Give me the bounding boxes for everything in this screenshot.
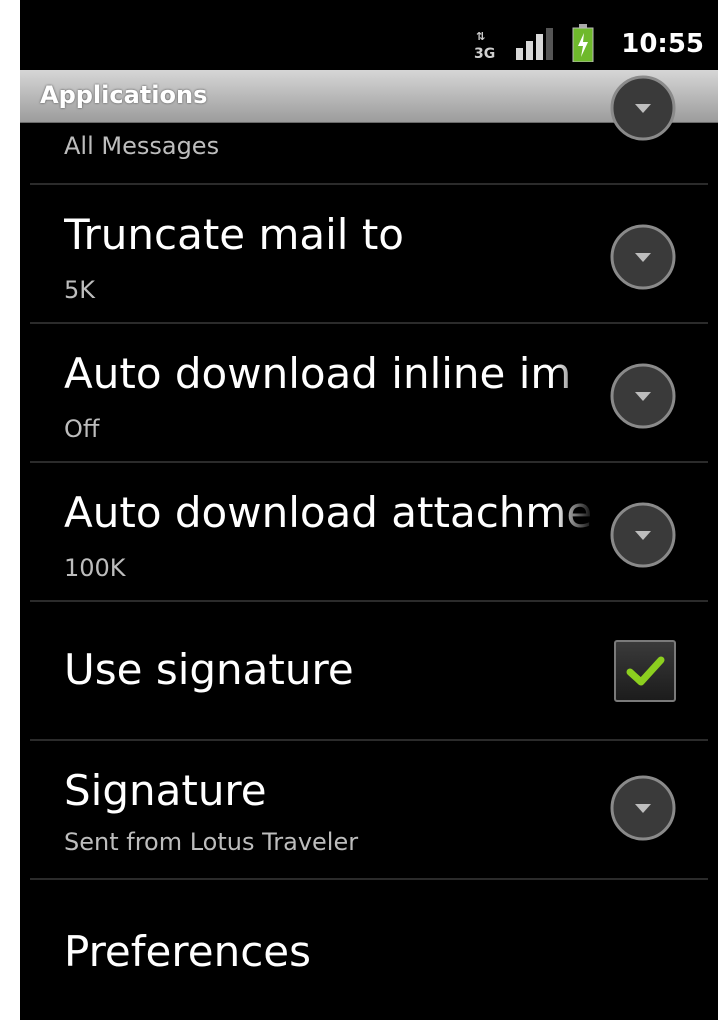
dropdown-arrow-icon[interactable] [608, 361, 678, 431]
setting-title: Auto download inline im [64, 348, 594, 400]
setting-title-text: Auto download attachme [64, 488, 593, 537]
setting-row-sync-messages[interactable]: All Messages [20, 75, 718, 183]
setting-title: Signature [64, 766, 267, 815]
dropdown-arrow-icon[interactable] [608, 73, 678, 143]
setting-title-text: Auto download inline im [64, 349, 572, 398]
setting-summary: Sent from Lotus Traveler [64, 828, 359, 856]
setting-row-auto-download-attachments[interactable]: Auto download attachme 100K [20, 463, 718, 600]
page-title: Applications [40, 81, 208, 109]
setting-summary: 5K [64, 276, 96, 304]
setting-title: Use signature [64, 645, 354, 694]
dropdown-arrow-icon[interactable] [608, 773, 678, 843]
text-fade [554, 487, 594, 539]
status-time: 10:55 [621, 29, 704, 59]
text-fade [554, 348, 594, 400]
setting-row-use-signature[interactable]: Use signature [20, 602, 718, 739]
phone-screen: ⇅ 3G 10:55 Applications All Messages Tru… [20, 0, 718, 1020]
3g-data-icon: ⇅ 3G [474, 30, 495, 62]
setting-summary: All Messages [64, 132, 220, 160]
setting-row-signature[interactable]: Signature Sent from Lotus Traveler [20, 741, 718, 878]
svg-text:⇅: ⇅ [476, 30, 485, 43]
setting-row-truncate-mail[interactable]: Truncate mail to 5K [20, 185, 718, 322]
dropdown-arrow-icon[interactable] [608, 500, 678, 570]
setting-title: Truncate mail to [64, 210, 404, 259]
checkmark-icon [626, 656, 665, 686]
dropdown-arrow-icon[interactable] [608, 222, 678, 292]
setting-summary: Off [64, 415, 100, 443]
setting-row-auto-download-inline-images[interactable]: Auto download inline im Off [20, 324, 718, 461]
status-bar: ⇅ 3G 10:55 [20, 0, 718, 70]
setting-title: Preferences [64, 927, 312, 976]
use-signature-checkbox[interactable] [614, 640, 676, 702]
svg-text:3G: 3G [474, 46, 495, 62]
setting-row-preferences[interactable]: Preferences [20, 880, 718, 1020]
setting-title: Auto download attachme [64, 487, 594, 539]
battery-charging-icon [572, 24, 594, 62]
signal-strength-icon [516, 28, 553, 60]
setting-summary: 100K [64, 554, 126, 582]
